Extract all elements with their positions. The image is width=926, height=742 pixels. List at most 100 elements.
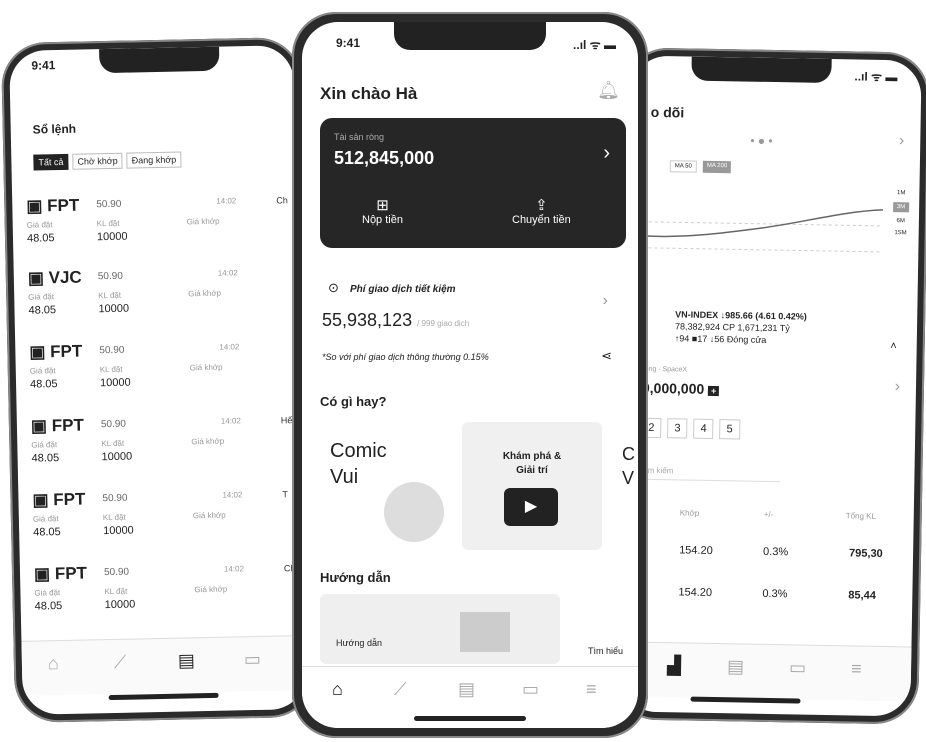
share-icon[interactable]: ⋖: [601, 348, 612, 364]
order-row[interactable]: ▣ FPT 50.90 14:02 Ch Giá đặt KL đặt Giá …: [34, 559, 307, 637]
filter-tabs: Tất cả Chờ khớp Đang khớp: [33, 151, 182, 171]
bell-icon[interactable]: 🔔︎: [597, 80, 620, 101]
comic-illustration: [384, 482, 444, 542]
order-price-value: 48.05: [34, 600, 63, 613]
chevron-right-icon[interactable]: ›: [899, 132, 905, 150]
order-price-value: 48.05: [29, 378, 58, 391]
home-icon[interactable]: ⌂: [332, 679, 343, 700]
period-option[interactable]: 3M: [892, 202, 910, 213]
comic-subtitle: Vui: [330, 466, 359, 488]
page-button[interactable]: 3: [667, 418, 688, 439]
label-volume: KL đặt: [104, 586, 128, 597]
order-row[interactable]: ▣ VJC 50.90 14:02 Giá đặt KL đặt Giá khớ…: [28, 263, 307, 341]
learn-more-link[interactable]: Tìm hiểu: [588, 646, 623, 656]
page-button[interactable]: 4: [693, 418, 714, 440]
deposit-button[interactable]: ⊞ Nộp tiền: [362, 196, 403, 226]
order-price: 50.90: [99, 344, 125, 357]
period-option[interactable]: 6M: [896, 218, 904, 224]
label-matched: Giá khớp: [186, 216, 220, 227]
ma-tag[interactable]: MA 200: [702, 160, 732, 174]
pagination: 2 3 4 5: [641, 417, 740, 440]
notch: [394, 22, 546, 50]
order-price-value: 48.05: [28, 304, 57, 317]
wallet-icon[interactable]: ▭: [789, 657, 806, 678]
home-icon[interactable]: ⌂: [48, 653, 59, 674]
ma-tag[interactable]: MA 50: [669, 160, 697, 173]
orders-icon[interactable]: ▤: [178, 650, 195, 671]
chart-icon[interactable]: ⟋: [394, 679, 407, 700]
order-price: 50.90: [97, 270, 123, 283]
column-header[interactable]: +/-: [764, 510, 774, 519]
notch: [99, 46, 220, 74]
fee-value: 55,938,123: [322, 310, 413, 330]
order-status: T: [282, 489, 289, 500]
search-input[interactable]: Tìm kiếm: [640, 465, 781, 483]
label-price: Giá đặt: [29, 366, 56, 376]
left-phone: 9:41 Sổ lệnh Tất cả Chờ khớp Đang khớp ▣…: [0, 36, 316, 724]
order-volume-value: 10000: [96, 230, 128, 244]
order-row[interactable]: ▣ FPT 50.90 14:02 Ch Giá đặt KL đặt Giá …: [26, 191, 307, 269]
net-assets-card[interactable]: Tài sản ròng 512,845,000 › ⊞ Nộp tiền ⇪ …: [320, 118, 626, 248]
label-volume: KL đặt: [99, 364, 123, 375]
column-header[interactable]: Khớp: [680, 508, 700, 517]
chevron-right-icon[interactable]: ›: [603, 142, 610, 165]
carousel-dots: • ● •: [750, 133, 773, 148]
index-summary: VN-INDEX ↓985.66 (4.61 0.42%) 78,382,924…: [675, 308, 807, 346]
period-option[interactable]: 1SM: [894, 230, 906, 236]
page-button[interactable]: 5: [719, 419, 740, 440]
label-volume: KL đặt: [102, 512, 126, 523]
guide-label: Hướng dẫn: [336, 638, 382, 648]
assets-value: 512,845,000: [334, 148, 435, 168]
order-row[interactable]: ▣ FPT 50.90 14:02 Hết Giá đặt KL đặt Giá…: [31, 411, 307, 489]
home-indicator: [414, 716, 526, 721]
label-price: Giá đặt: [31, 440, 58, 450]
menu-icon[interactable]: ≡: [586, 679, 597, 700]
label-matched: Giá khớp: [194, 584, 228, 595]
label-matched: Giá khớp: [191, 436, 225, 447]
comic-card[interactable]: Comic Vui: [320, 422, 454, 546]
row-price: 154.20: [678, 586, 713, 600]
chart-icon[interactable]: ⟋: [114, 652, 127, 673]
period-option[interactable]: 1M: [897, 190, 905, 196]
tab-pending[interactable]: Chờ khớp: [72, 152, 123, 170]
chevron-up-icon[interactable]: ˄: [890, 340, 897, 352]
order-price: 50.90: [102, 492, 128, 505]
order-symbol: ▣ VJC: [27, 267, 82, 288]
row-price: 154.20: [679, 544, 713, 558]
guide-card[interactable]: Hướng dẫn: [320, 594, 560, 664]
orders-icon[interactable]: ▤: [458, 679, 475, 700]
guide-illustration: [460, 612, 510, 652]
menu-icon[interactable]: ≡: [851, 658, 862, 679]
fee-count: / 999 giao dịch: [417, 319, 470, 328]
section-title: Có gì hay?: [320, 394, 387, 409]
wallet-icon[interactable]: ▭: [244, 649, 261, 670]
order-volume-value: 10000: [98, 302, 130, 316]
next-card-peek[interactable]: C V: [622, 442, 635, 490]
fee-summary: 55,938,123 / 999 giao dịch: [322, 310, 469, 331]
status-time: 9:41: [336, 36, 361, 50]
explore-card[interactable]: Khám phá & Giải trí ▶: [462, 422, 602, 550]
tab-all[interactable]: Tất cả: [33, 153, 69, 171]
assets-label: Tài sản ròng: [334, 132, 385, 142]
transfer-button[interactable]: ⇪ Chuyển tiền: [512, 196, 571, 226]
market-icon[interactable]: ▟: [667, 655, 681, 676]
column-header[interactable]: Tổng KL: [846, 511, 876, 521]
orders-icon[interactable]: ▤: [727, 656, 744, 677]
wallet-icon[interactable]: ▭: [522, 679, 539, 700]
tab-matching[interactable]: Đang khớp: [126, 151, 182, 169]
order-row[interactable]: ▣ FPT 50.90 14:02 Giá đặt KL đặt Giá khớ…: [29, 337, 307, 415]
order-time: 14:02: [222, 490, 243, 500]
home-screen: 9:41 ..ıl ᯤ ▬ Xin chào Hà 🔔︎ Tài sản ròn…: [302, 22, 638, 728]
chevron-right-icon[interactable]: ›: [895, 378, 901, 396]
chevron-right-icon[interactable]: ›: [603, 292, 608, 310]
row-change: 0.3%: [762, 587, 788, 601]
row-volume: 85,44: [848, 589, 876, 602]
notch: [691, 56, 832, 84]
play-icon[interactable]: ▶: [504, 488, 558, 526]
order-time: 14:02: [219, 342, 240, 352]
right-phone: ..ıl ᯤ ▬ o dõi • ● • › MA 50 MA 200 1M 3…: [612, 47, 926, 725]
explore-title: Khám phá & Giải trí: [502, 451, 562, 476]
order-row[interactable]: ▣ FPT 50.90 14:02 T Giá đặt KL đặt Giá k…: [32, 485, 307, 563]
order-status: Ch: [276, 195, 288, 206]
label-price: Giá đặt: [34, 588, 61, 598]
